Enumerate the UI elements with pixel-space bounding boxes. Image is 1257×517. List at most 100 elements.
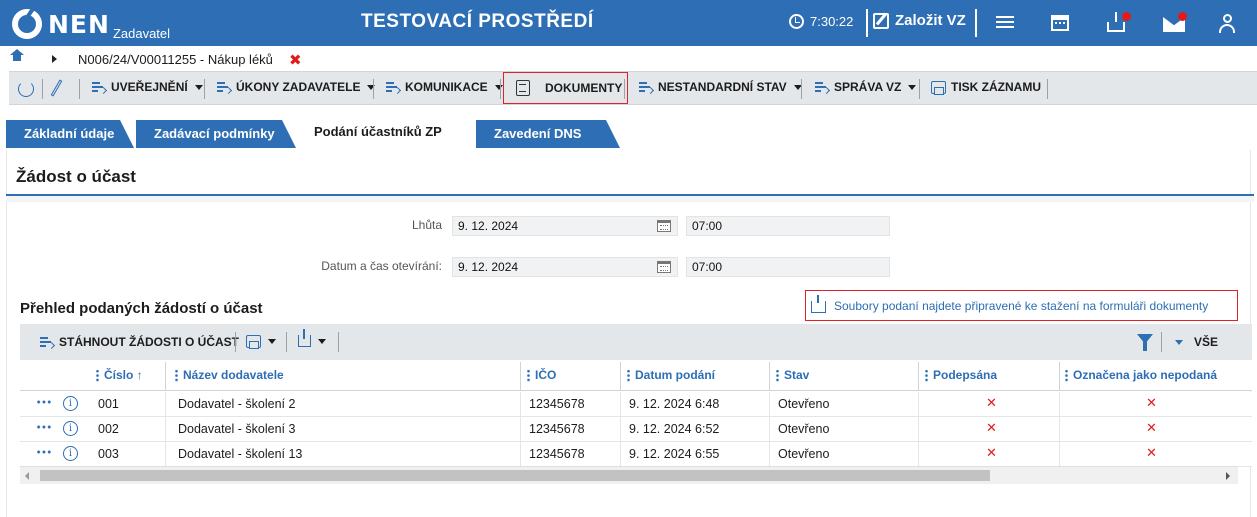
- calendar-icon[interactable]: [657, 261, 671, 273]
- cell-cislo: 002: [98, 422, 119, 436]
- horizontal-scrollbar[interactable]: [20, 466, 1238, 484]
- tisk-zaznamu-button[interactable]: TISK ZÁZNAMU: [931, 80, 1041, 95]
- top-bar: NEN Zadavatel TESTOVACÍ PROSTŘEDÍ 7:30:2…: [0, 0, 1257, 46]
- cell-nazev: Dodavatel - školení 2: [178, 397, 296, 411]
- sprava-label: SPRÁVA VZ: [834, 80, 902, 94]
- chevron-down-icon: [268, 339, 276, 344]
- grid-export-menu[interactable]: [298, 329, 326, 347]
- ukony-zadavatele-menu[interactable]: ÚKONY ZADAVATELE: [217, 80, 376, 95]
- nestandardni-stav-menu[interactable]: NESTANDARDNÍ STAV: [639, 80, 802, 95]
- table-row[interactable]: i 003 Dodavatel - školení 13 12345678 9.…: [20, 442, 1252, 467]
- dokumenty-highlight: [503, 72, 628, 104]
- row-actions-icon[interactable]: [36, 449, 52, 455]
- edit-icon: [873, 12, 889, 29]
- nestandardni-label: NESTANDARDNÍ STAV: [658, 80, 787, 94]
- cell-nazev: Dodavatel - školení 13: [178, 447, 303, 461]
- mail-notification-dot: [1178, 12, 1187, 21]
- column-stav[interactable]: Stav: [776, 368, 809, 382]
- grid-print-menu[interactable]: [246, 335, 276, 349]
- chevron-right-icon: [52, 55, 57, 63]
- chevron-down-icon: [318, 338, 326, 344]
- print-icon: [246, 335, 261, 349]
- refresh-icon[interactable]: [18, 81, 34, 97]
- header-divider: [975, 9, 977, 37]
- pencil-icon[interactable]: [50, 79, 63, 97]
- brand-name: NEN: [48, 10, 110, 39]
- column-menu-icon: [925, 368, 928, 382]
- cell-stav: Otevřeno: [778, 422, 830, 436]
- ukony-label: ÚKONY ZADAVATELE: [236, 80, 361, 94]
- cell-stav: Otevřeno: [778, 447, 830, 461]
- tab-zakladni-udaje[interactable]: Základní údaje: [6, 120, 134, 148]
- column-nazev[interactable]: Název dodavatele: [175, 368, 284, 382]
- tab-zadavaci-podminky[interactable]: Zadávací podmínky: [136, 120, 296, 148]
- chevron-down-icon: [367, 84, 376, 90]
- main-toolbar: UVEŘEJNĚNÍ ÚKONY ZADAVATELE KOMUNIKACE D…: [9, 71, 1257, 105]
- column-menu-icon: [527, 368, 530, 382]
- column-menu-icon: [1065, 368, 1068, 382]
- create-vz-label: Založit VZ: [895, 12, 966, 29]
- calendar-icon[interactable]: [1051, 15, 1069, 31]
- uverejneni-label: UVEŘEJNĚNÍ: [111, 80, 188, 94]
- list-arrow-icon: [40, 336, 56, 350]
- header-divider: [866, 9, 868, 37]
- column-ico[interactable]: IČO: [527, 368, 556, 382]
- list-arrow-icon: [815, 81, 831, 95]
- cross-icon: ✕: [986, 445, 997, 460]
- row-actions-icon[interactable]: [36, 424, 52, 430]
- tab-podani-ucastniku[interactable]: Podání účastníků ZP: [297, 116, 475, 148]
- close-case-icon[interactable]: ✖: [289, 51, 302, 69]
- home-icon[interactable]: [10, 49, 24, 64]
- column-menu-icon: [627, 368, 630, 382]
- lhuta-time-input[interactable]: 07:00: [686, 216, 890, 236]
- show-all-label: VŠE: [1194, 335, 1219, 349]
- otevreni-date-input[interactable]: 9. 12. 2024: [452, 257, 678, 277]
- tab-bar: Základní údaje Zadávací podmínky Podání …: [0, 116, 1257, 148]
- cell-cislo: 003: [98, 447, 119, 461]
- sprava-vz-menu[interactable]: SPRÁVA VZ: [815, 80, 917, 95]
- inbox-icon[interactable]: [1107, 12, 1125, 32]
- clock-time: 7:30:22: [810, 14, 854, 29]
- breadcrumb-current[interactable]: N006/24/V00011255 - Nákup léků: [78, 52, 273, 67]
- lhuta-date-input[interactable]: 9. 12. 2024: [452, 216, 678, 236]
- komunikace-label: KOMUNIKACE: [405, 80, 488, 94]
- tab-zavedeni-dns[interactable]: Zavedení DNS: [476, 120, 620, 148]
- list-arrow-icon: [386, 81, 402, 95]
- overview-title: Přehled podaných žádostí o účast: [20, 300, 263, 317]
- table-row[interactable]: i 001 Dodavatel - školení 2 12345678 9. …: [20, 392, 1252, 417]
- column-nepodana[interactable]: Označena jako nepodaná: [1065, 368, 1217, 382]
- clock-icon: [789, 14, 804, 29]
- create-vz-button[interactable]: Založit VZ: [873, 12, 966, 29]
- download-icon: [811, 295, 826, 313]
- list-arrow-icon: [639, 81, 655, 95]
- cell-stav: Otevřeno: [778, 397, 830, 411]
- nen-logo[interactable]: NEN Zadavatel: [12, 7, 170, 41]
- uverejneni-menu[interactable]: UVEŘEJNĚNÍ: [92, 80, 203, 95]
- column-menu-icon: [175, 368, 178, 382]
- session-clock: 7:30:22: [789, 14, 853, 29]
- cell-cislo: 001: [98, 397, 119, 411]
- download-requests-button[interactable]: STÁHNOUT ŽÁDOSTI O ÚČAST: [40, 335, 239, 350]
- menu-icon[interactable]: [994, 13, 1016, 33]
- column-datum[interactable]: Datum podání: [627, 368, 715, 382]
- filter-icon[interactable]: [1137, 334, 1153, 351]
- table-row[interactable]: i 002 Dodavatel - školení 3 12345678 9. …: [20, 417, 1252, 442]
- column-podepsana[interactable]: Podepsána: [925, 368, 997, 382]
- row-actions-icon[interactable]: [36, 399, 52, 405]
- info-icon[interactable]: i: [63, 421, 78, 436]
- scroll-left-icon[interactable]: [25, 472, 29, 480]
- otevreni-time-input[interactable]: 07:00: [686, 257, 890, 277]
- scroll-right-icon[interactable]: [1226, 472, 1230, 480]
- komunikace-menu[interactable]: KOMUNIKACE: [386, 80, 503, 95]
- calendar-icon[interactable]: [657, 220, 671, 232]
- cross-icon: ✕: [1146, 395, 1157, 410]
- info-icon[interactable]: i: [63, 446, 78, 461]
- files-download-link[interactable]: Soubory podaní najdete připravené ke sta…: [805, 290, 1238, 321]
- scrollbar-thumb[interactable]: [40, 470, 990, 481]
- show-all-dropdown[interactable]: VŠE: [1175, 335, 1218, 349]
- info-icon[interactable]: i: [63, 396, 78, 411]
- cell-ico: 12345678: [529, 447, 585, 461]
- user-icon[interactable]: [1219, 14, 1237, 34]
- column-cislo[interactable]: Číslo ↑: [96, 368, 143, 382]
- tisk-label: TISK ZÁZNAMU: [951, 80, 1041, 94]
